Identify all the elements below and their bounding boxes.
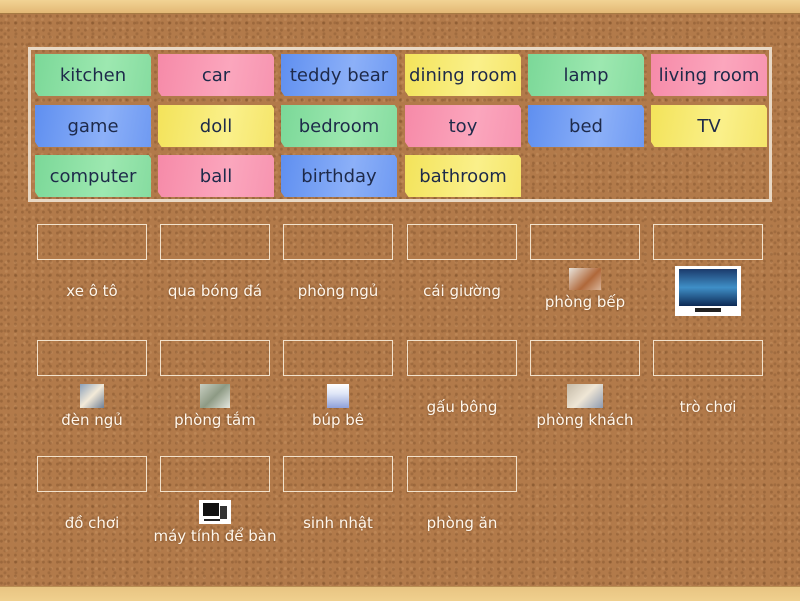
board-frame-top [0,0,800,14]
target-label: xe ô tô [66,282,118,300]
drop-slot[interactable] [160,224,270,260]
tower-shape [220,506,227,519]
drop-slot[interactable] [653,340,763,376]
keyboard-shape [204,519,220,521]
drop-slot[interactable] [283,456,393,492]
word-card[interactable]: computer [35,155,151,197]
word-card[interactable]: doll [158,105,274,147]
word-card[interactable]: bedroom [281,105,397,147]
lamp-image-icon [80,384,104,408]
target-label: trò chơi [679,398,737,416]
word-card[interactable]: car [158,54,274,96]
drop-slot[interactable] [160,340,270,376]
word-card[interactable]: living room [651,54,767,96]
target-label: phòng ngủ [297,282,379,300]
doll-image-icon [327,384,349,408]
target-label: gấu bông [426,398,498,416]
target-label: phòng tắm [174,411,256,429]
word-card[interactable]: bed [528,105,644,147]
word-card[interactable]: lamp [528,54,644,96]
target-label: phòng ăn [426,514,498,532]
target-label: qua bóng đá [167,282,263,300]
word-card[interactable]: toy [405,105,521,147]
target-label: đèn ngủ [61,411,123,429]
monitor-shape [203,503,219,516]
target-label: phòng bếp [544,293,626,311]
word-card[interactable]: teddy bear [281,54,397,96]
drop-slot[interactable] [160,456,270,492]
kitchen-image-icon [569,268,601,290]
living-room-image-icon [567,384,603,408]
target-label: sinh nhật [303,514,373,532]
drop-slot[interactable] [530,340,640,376]
drop-slot[interactable] [283,340,393,376]
drop-slot[interactable] [407,456,517,492]
target-label: máy tính để bàn [153,527,277,545]
target-label: đồ chơi [64,514,120,532]
board-frame-bottom [0,586,800,601]
word-card[interactable]: game [35,105,151,147]
word-card[interactable]: ball [158,155,274,197]
drop-slot[interactable] [37,456,147,492]
drop-slot[interactable] [530,224,640,260]
bathroom-image-icon [200,384,230,408]
drop-slot[interactable] [37,224,147,260]
word-card[interactable]: TV [651,105,767,147]
tv-screen [679,269,737,306]
drop-slot[interactable] [407,224,517,260]
drop-slot[interactable] [407,340,517,376]
target-label: búp bê [311,411,365,429]
drop-slot[interactable] [37,340,147,376]
target-label: phòng khách [536,411,634,429]
word-card[interactable]: kitchen [35,54,151,96]
word-card[interactable]: birthday [281,155,397,197]
tv-stand [695,308,721,312]
drop-slot[interactable] [653,224,763,260]
drop-slot[interactable] [283,224,393,260]
tv-image-icon [675,266,741,316]
word-card[interactable]: dining room [405,54,521,96]
computer-image-icon [199,500,231,524]
word-card[interactable]: bathroom [405,155,521,197]
target-label: cái giường [423,282,501,300]
